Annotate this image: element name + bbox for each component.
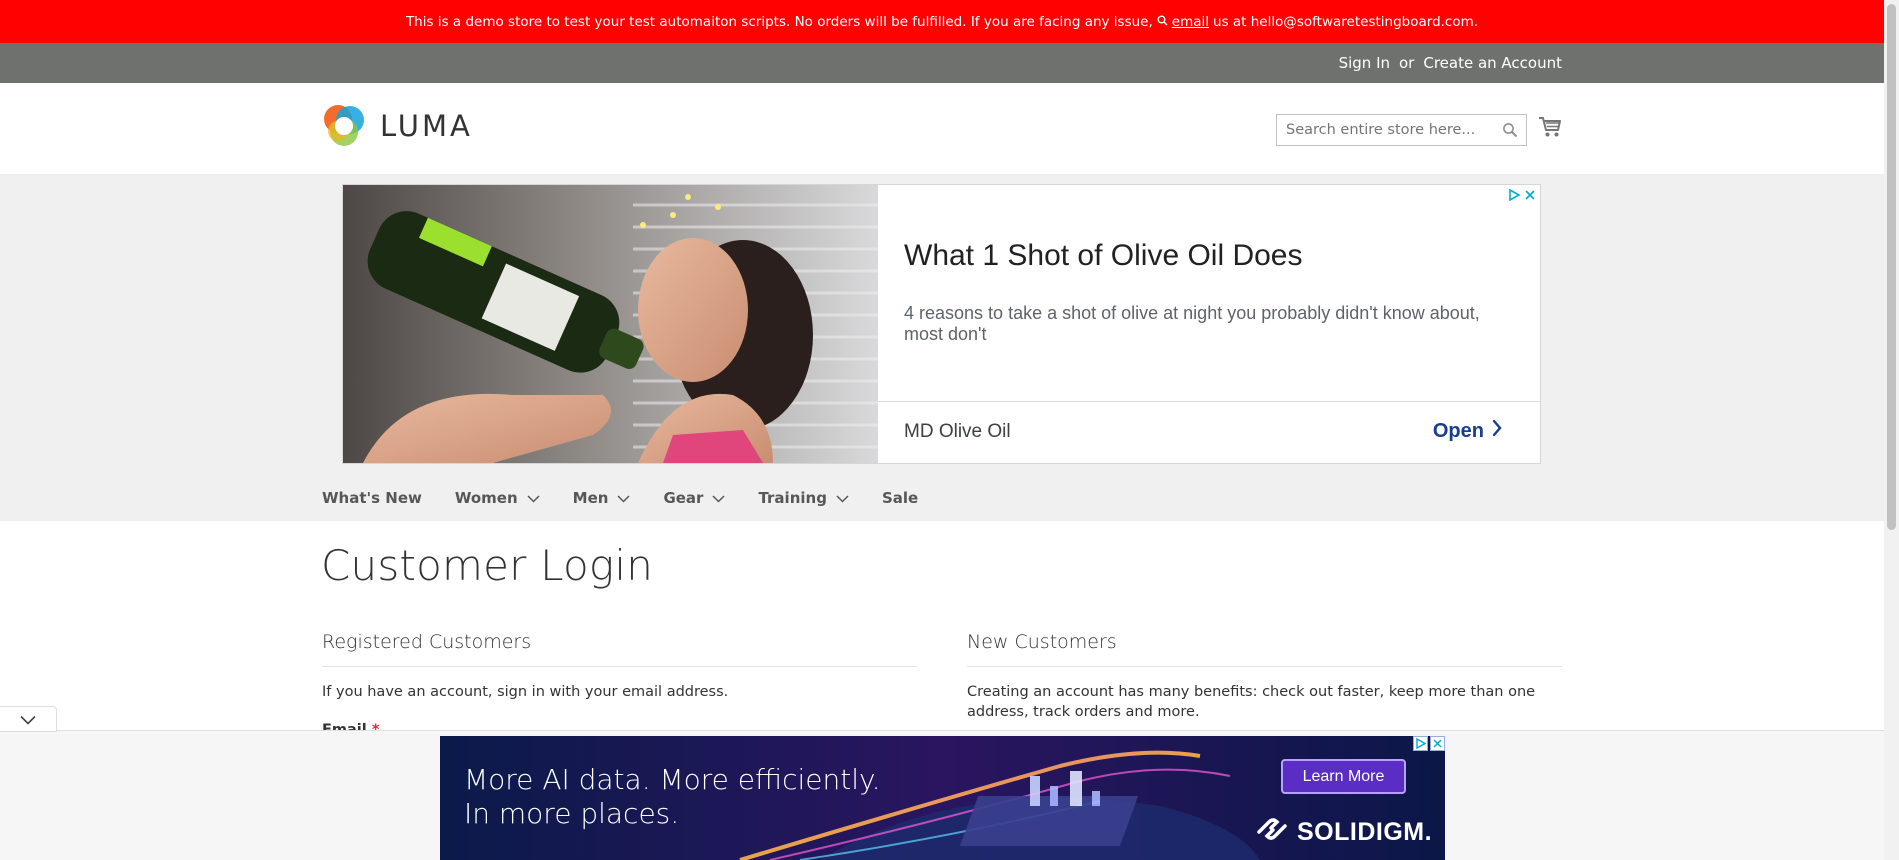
nav-item-label: What's New <box>322 489 422 507</box>
nav-item-label: Women <box>454 489 518 507</box>
demo-notice-contact: us at hello@softwaretestingboard.com. <box>1213 13 1479 30</box>
ad-description: 4 reasons to take a shot of olive at nig… <box>904 303 1480 344</box>
solidigm-logo: SOLIDIGM. <box>1255 814 1432 851</box>
registered-customers-text: If you have an account, sign in with you… <box>322 684 729 700</box>
ad-advertiser: MD Olive Oil <box>904 421 1011 442</box>
nav-item-women[interactable]: Women <box>455 489 540 507</box>
nav-item-label: Sale <box>881 489 919 507</box>
solidigm-logo-text: SOLIDIGM. <box>1297 818 1433 846</box>
bottom-ad-headline: More AI data. More efficiently. In more … <box>464 763 881 831</box>
new-customers-title: New Customers <box>967 631 1117 653</box>
ad-open-label: Open <box>1432 419 1484 442</box>
bottom-ad-headline-line1: More AI data. More efficiently. <box>464 763 881 796</box>
chevron-down-icon <box>617 489 630 507</box>
page-scrollbar[interactable] <box>1884 0 1899 860</box>
chevron-down-icon <box>20 710 36 729</box>
bottom-ad-choices[interactable] <box>1413 736 1445 755</box>
demo-notice-bar: This is a demo store to test your test a… <box>0 0 1884 43</box>
adchoices-icon[interactable] <box>1413 736 1428 755</box>
scrollbar-thumb[interactable] <box>1887 4 1896 530</box>
search-icon <box>1157 15 1168 29</box>
create-account-link[interactable]: Create an Account <box>1423 54 1562 72</box>
chevron-right-icon <box>1492 419 1502 443</box>
ad-open-button[interactable]: Open <box>1433 419 1502 443</box>
demo-notice-text: This is a demo store to test your test a… <box>405 13 1153 30</box>
chevron-down-icon <box>527 489 540 507</box>
registered-customers-divider <box>322 666 917 667</box>
search-box[interactable] <box>1276 114 1527 146</box>
collapse-ad-button[interactable] <box>0 706 57 732</box>
close-ad-icon[interactable] <box>1524 186 1536 205</box>
adchoices-icon[interactable] <box>1508 186 1521 205</box>
nav-item-label: Men <box>572 489 609 507</box>
nav-item-training[interactable]: Training <box>758 489 849 507</box>
bottom-advertisement[interactable]: More AI data. More efficiently. In more … <box>440 736 1445 860</box>
site-header: LUMA <box>0 83 1884 174</box>
or-separator: or <box>1399 54 1415 72</box>
ad-choices[interactable] <box>1508 186 1536 205</box>
panel-header: Sign In or Create an Account <box>0 43 1884 83</box>
shopping-cart-icon[interactable] <box>1538 116 1562 142</box>
nav-item-men[interactable]: Men <box>573 489 631 507</box>
email-link[interactable]: email <box>1172 14 1209 30</box>
bottom-ad-headline-line2: In more places. <box>464 797 680 830</box>
ad-title[interactable]: What 1 Shot of Olive Oil Does <box>904 239 1303 273</box>
learn-more-button[interactable]: Learn More <box>1281 759 1406 794</box>
chevron-down-icon <box>836 489 849 507</box>
registered-customers-title: Registered Customers <box>322 631 532 653</box>
luma-logo-icon <box>322 104 366 148</box>
ad-divider <box>878 401 1541 402</box>
search-icon[interactable] <box>1502 122 1518 142</box>
new-customers-text: Creating an account has many benefits: c… <box>967 684 1536 720</box>
main-navigation: What's New Women Men Gear Training Sale <box>322 487 951 509</box>
logo-text: LUMA <box>380 109 473 143</box>
nav-item-sale[interactable]: Sale <box>882 489 918 507</box>
nav-item-gear[interactable]: Gear <box>663 489 725 507</box>
ad-photo <box>343 185 878 463</box>
new-customers-divider <box>967 666 1562 667</box>
nav-item-label: Training <box>758 489 827 507</box>
chevron-down-icon <box>712 489 725 507</box>
luma-logo[interactable]: LUMA <box>322 104 473 148</box>
page-title: Customer Login <box>321 541 654 590</box>
top-advertisement[interactable]: What 1 Shot of Olive Oil Does 4 reasons … <box>342 184 1541 464</box>
search-input[interactable] <box>1286 122 1486 138</box>
nav-item-label: Gear <box>663 489 704 507</box>
nav-item-whats-new[interactable]: What's New <box>322 489 422 507</box>
sign-in-link[interactable]: Sign In <box>1339 54 1390 72</box>
close-ad-icon[interactable] <box>1430 736 1445 755</box>
solidigm-logo-icon <box>1255 814 1289 851</box>
